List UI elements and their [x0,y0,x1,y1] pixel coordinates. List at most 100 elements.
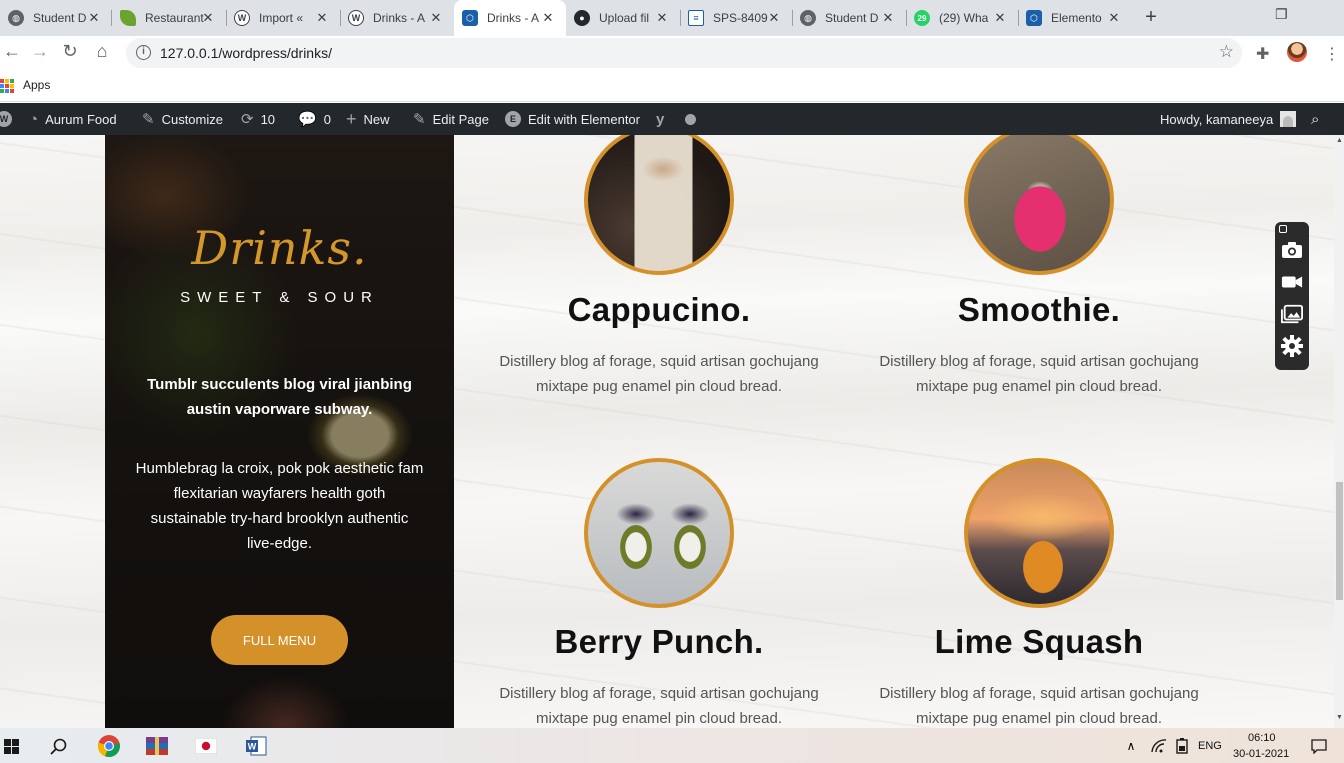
tab-title: Restaurant [145,11,204,25]
wordpress-icon: W [234,10,250,26]
updates-link[interactable]: ⟳ 10 [241,103,275,135]
edit-page-label: Edit Page [432,111,489,127]
scroll-up-arrow-icon[interactable]: ▲ [1335,137,1344,144]
tab-title: Import « [259,11,304,25]
form-icon: ≡ [688,10,704,26]
github-icon: ● [574,10,590,26]
browser-tab-strip: ◍ Student D ✕ Restaurant ✕ W Import « ✕ … [0,0,1344,36]
close-icon[interactable]: ✕ [880,10,896,26]
status-dot-icon [685,113,696,125]
elementor-icon: E [505,111,521,127]
page-content: Drinks. SWEET & SOUR Tumblr succulents b… [0,135,1344,728]
chrome-icon[interactable] [95,735,123,758]
close-icon[interactable]: ✕ [766,10,782,26]
browser-tab[interactable]: 29 (29) Wha ✕ [906,0,1018,36]
admin-search-button[interactable]: ⌕ [1311,103,1326,135]
hero-subtitle: SWEET & SOUR [180,289,379,306]
new-content-menu[interactable]: + New [346,103,390,135]
notification-icon[interactable] [1310,735,1328,757]
clock-date[interactable]: 30-01-2021 [1233,748,1289,760]
page-scrollbar[interactable] [1334,135,1344,728]
site-name-menu[interactable]: ◔ Aurum Food [29,103,117,135]
address-bar[interactable]: i 127.0.0.1/wordpress/drinks/ ☆ [126,38,1242,68]
wordpress-logo[interactable]: W [0,103,12,135]
berry-punch-image [584,458,734,608]
profile-avatar[interactable] [1287,42,1307,62]
tab-title: Student D [825,11,879,25]
browser-tab[interactable]: ⬡ Elemento ✕ [1018,0,1132,36]
edit-with-elementor-link[interactable]: E Edit with Elementor [505,103,640,135]
browser-tab[interactable]: ≡ SPS-8409 ✕ [680,0,792,36]
browser-tab-active[interactable]: ⬡ Drinks - A ✕ [454,0,566,36]
input-language[interactable]: ENG [1198,740,1222,752]
updates-refresh-icon: ⟳ [241,111,254,128]
hero-body-text: Humblebrag la croix, pok pok aesthetic f… [135,460,424,552]
tab-title: Elemento [1051,11,1102,25]
browser-tab[interactable]: ◍ Student D ✕ [0,0,112,36]
browser-tab[interactable]: Restaurant ✕ [112,0,226,36]
smoothie-image [964,135,1114,275]
drink-name: Smoothie. [957,291,1121,328]
info-icon[interactable]: i [136,45,151,60]
customize-link[interactable]: ✎ Customize [142,103,223,135]
new-label: New [363,111,390,127]
pin-icon[interactable] [1279,225,1287,233]
extensions-puzzle-icon[interactable]: ✚ [1256,44,1269,64]
comment-bubble-icon: 💬 [298,111,317,128]
wifi-icon[interactable] [1150,735,1168,757]
close-icon[interactable]: ✕ [1106,10,1122,26]
wp-admin-bar: W ◔ Aurum Food ✎ Customize ⟳ 10 💬 0 + Ne… [0,103,1344,135]
close-icon[interactable]: ✕ [200,10,216,26]
browser-tab[interactable]: W Drinks - A ✕ [340,0,454,36]
apps-grid-icon[interactable] [0,79,14,93]
bookmarks-bar: Apps [0,70,1344,102]
battery-icon[interactable] [1173,735,1191,757]
word-icon[interactable]: W [244,735,268,757]
scrollbar-thumb[interactable] [1336,482,1343,600]
forward-arrow-icon[interactable]: → [28,41,52,62]
close-icon[interactable]: ✕ [992,10,1008,26]
edit-page-link[interactable]: ✎ Edit Page [413,103,489,135]
svg-text:W: W [248,742,257,752]
camera-icon[interactable] [1281,240,1303,260]
back-arrow-icon[interactable]: ← [0,41,24,62]
site-name-label: Aurum Food [45,111,117,127]
url-text[interactable]: 127.0.0.1/wordpress/drinks/ [160,45,332,61]
close-icon[interactable]: ✕ [428,10,444,26]
customize-label: Customize [161,111,223,127]
home-icon[interactable]: ⌂ [90,41,114,62]
browser-tab[interactable]: ◍ Student D ✕ [792,0,906,36]
japan-flag-icon[interactable] [194,735,218,757]
drink-name: Berry Punch. [554,623,764,660]
close-icon[interactable]: ✕ [654,10,670,26]
yoast-seo-menu[interactable]: y [656,103,671,135]
scroll-down-arrow-icon[interactable]: ▼ [1335,714,1344,721]
kebab-menu-icon[interactable]: ⋮ [1324,44,1340,64]
full-menu-button[interactable]: FULL MENU [211,615,348,665]
my-account-menu[interactable]: Howdy, kamaneeya [1160,103,1297,135]
apps-bookmark[interactable]: Apps [23,78,50,92]
drink-description: Distillery blog af forage, squid artisan… [879,685,1199,727]
browser-tab[interactable]: W Import « ✕ [226,0,340,36]
chevron-up-icon[interactable]: ∧ [1124,735,1138,757]
windows-start-icon[interactable] [3,735,19,757]
close-icon[interactable]: ✕ [86,10,102,26]
reload-icon[interactable]: ↻ [58,41,82,62]
browser-tab[interactable]: ● Upload fil ✕ [566,0,680,36]
close-icon[interactable]: ✕ [314,10,330,26]
gallery-icon[interactable] [1281,304,1303,324]
video-camera-icon[interactable] [1281,272,1303,292]
close-icon[interactable]: ✕ [540,10,556,26]
windows-taskbar: W ∧ ENG 06:10 30-01-2021 [0,728,1344,763]
bookmark-star-icon[interactable]: ☆ [1219,42,1234,62]
winrar-icon[interactable] [144,735,170,757]
comments-link[interactable]: 💬 0 [298,103,331,135]
restore-window-icon[interactable]: ❐ [1275,6,1288,23]
drink-name: Cappucino. [567,291,751,328]
search-icon[interactable] [48,735,68,757]
howdy-label: Howdy, kamaneeya [1160,111,1274,127]
hero-title: Drinks. [191,221,368,275]
clock-time[interactable]: 06:10 [1248,732,1276,744]
new-tab-button[interactable]: + [1140,6,1162,29]
gear-icon[interactable] [1281,335,1303,357]
